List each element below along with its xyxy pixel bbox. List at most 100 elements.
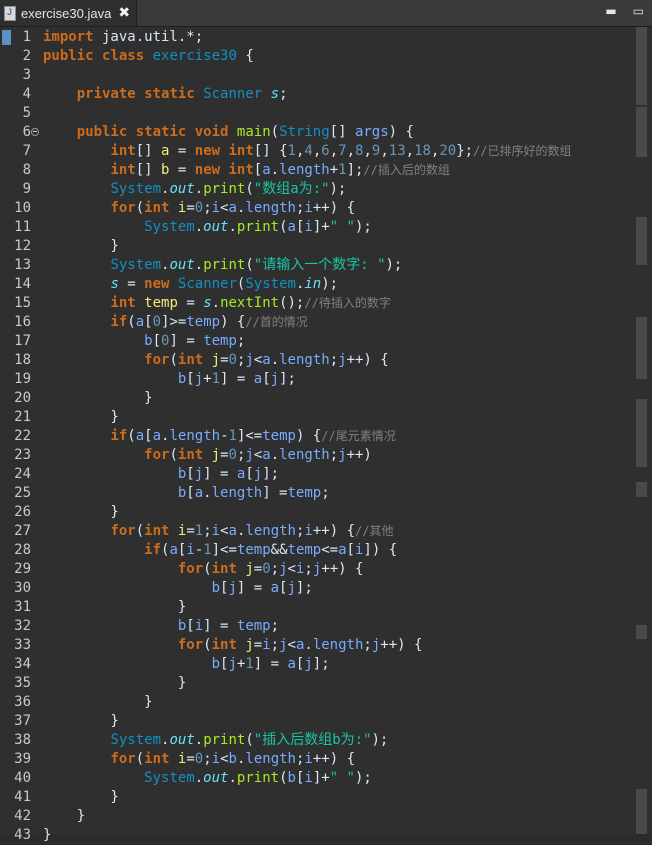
code-line[interactable]: 35 } xyxy=(0,674,630,693)
code-line[interactable]: 33 for(int j=i;j<a.length;j++) { xyxy=(0,636,630,655)
code-text: System.out.print("请输入一个数字: "); xyxy=(43,256,402,275)
overview-mark[interactable] xyxy=(636,27,647,105)
code-line[interactable]: 39 for(int i=0;i<b.length;i++) { xyxy=(0,750,630,769)
code-line[interactable]: 19 b[j+1] = a[j]; xyxy=(0,370,630,389)
code-line[interactable]: 30 b[j] = a[j]; xyxy=(0,579,630,598)
overview-mark[interactable] xyxy=(636,317,647,379)
code-text: s = new Scanner(System.in); xyxy=(43,275,338,294)
code-token: for xyxy=(144,352,170,368)
line-number: 9 xyxy=(22,181,31,197)
overview-mark[interactable] xyxy=(636,625,647,639)
code-token: [] { xyxy=(253,143,288,159)
code-token: ; xyxy=(236,333,246,349)
code-line[interactable]: 43} xyxy=(0,826,630,845)
code-token: ( xyxy=(203,561,212,577)
overview-ruler[interactable] xyxy=(632,27,647,834)
code-token: ; xyxy=(203,751,212,767)
code-line[interactable]: 1 import java.util.*; xyxy=(0,28,630,47)
code-line[interactable]: 28 if(a[i-1]<=temp&&temp<=a[i]) { xyxy=(0,541,630,560)
code-line[interactable]: 10 for(int i=0;i<a.length;i++) { xyxy=(0,199,630,218)
code-line[interactable]: 4 private static Scanner s; xyxy=(0,85,630,104)
code-line[interactable]: 6 public static void main(String[] args)… xyxy=(0,123,630,142)
code-token: j xyxy=(279,637,288,653)
code-text: b[i] = temp; xyxy=(43,617,279,636)
code-line[interactable]: 13 System.out.print("请输入一个数字: "); xyxy=(0,256,630,275)
code-editor[interactable]: 1 import java.util.*; 2 public class exerci… xyxy=(0,27,652,843)
code-line[interactable]: 31 } xyxy=(0,598,630,617)
code-token: if xyxy=(144,542,162,558)
code-line[interactable]: 5 xyxy=(0,104,630,123)
code-line[interactable]: 22 if(a[a.length-1]<=temp) {//尾元素情况 xyxy=(0,427,630,446)
code-line[interactable]: 8 int[] b = new int[a.length+1];//插入后的数组 xyxy=(0,161,630,180)
code-token: 0 xyxy=(152,314,162,330)
code-token: ); xyxy=(354,770,372,786)
code-line[interactable]: 34 b[j+1] = a[j]; xyxy=(0,655,630,674)
code-token: int xyxy=(228,143,254,159)
code-line[interactable]: 20 } xyxy=(0,389,630,408)
code-line[interactable]: 15 int temp = s.nextInt();//待插入的数字 xyxy=(0,294,630,313)
code-line[interactable]: 2 public class exercise30 { xyxy=(0,47,630,66)
code-text: } xyxy=(43,598,186,617)
code-token: i xyxy=(194,618,204,634)
code-line[interactable]: 7 int[] a = new int[] {1,4,6,7,8,9,13,18… xyxy=(0,142,630,161)
overview-mark[interactable] xyxy=(636,789,647,834)
code-line[interactable]: 11 System.out.print(a[i]+" "); xyxy=(0,218,630,237)
code-line[interactable]: 23 for(int j=0;j<a.length;j++) xyxy=(0,446,630,465)
code-token: s xyxy=(203,295,212,311)
code-line[interactable]: 14 s = new Scanner(System.in); xyxy=(0,275,630,294)
code-token: public xyxy=(43,48,94,64)
code-line[interactable]: 21 } xyxy=(0,408,630,427)
code-line[interactable]: 42 } xyxy=(0,807,630,826)
code-line[interactable]: 32 b[i] = temp; xyxy=(0,617,630,636)
code-line[interactable]: 27 for(int i=1;i<a.length;i++) {//其他 xyxy=(0,522,630,541)
code-token: b xyxy=(211,580,221,596)
code-line[interactable]: 41 } xyxy=(0,788,630,807)
tab-exercise30[interactable]: exercise30.java ✖ xyxy=(0,0,137,26)
fold-toggle-icon[interactable] xyxy=(31,128,39,136)
code-lines[interactable]: 1 import java.util.*; 2 public class exerci… xyxy=(0,28,630,845)
code-token: ++) { xyxy=(380,637,423,653)
overview-mark[interactable] xyxy=(636,399,647,467)
code-line[interactable]: 16 if(a[0]>=temp) {//首的情况 xyxy=(0,313,630,332)
code-line[interactable]: 40 System.out.print(b[i]+" "); xyxy=(0,769,630,788)
code-token: a xyxy=(228,200,237,216)
overview-mark[interactable] xyxy=(636,107,647,157)
overview-mark[interactable] xyxy=(636,482,647,497)
close-tab-icon[interactable]: ✖ xyxy=(118,5,130,21)
code-token: System xyxy=(144,219,195,235)
minimize-icon[interactable]: ▬ xyxy=(605,4,616,18)
code-text: } xyxy=(43,503,118,522)
code-line[interactable]: 36 } xyxy=(0,693,630,712)
code-token: ]) { xyxy=(363,542,398,558)
code-line[interactable]: 24 b[j] = a[j]; xyxy=(0,465,630,484)
code-token: temp xyxy=(236,542,271,558)
code-token: new xyxy=(194,162,221,178)
code-token: out xyxy=(169,257,195,273)
code-token: ( xyxy=(135,523,145,539)
code-line[interactable]: 18 for(int j=0;j<a.length;j++) { xyxy=(0,351,630,370)
code-token: a xyxy=(135,314,145,330)
code-line[interactable]: 38 System.out.print("插入后数组b为:"); xyxy=(0,731,630,750)
code-line[interactable]: 29 for(int j=0;j<i;j++) { xyxy=(0,560,630,579)
maximize-icon[interactable]: ▭ xyxy=(633,4,644,18)
line-number: 26 xyxy=(14,504,31,520)
code-line[interactable]: 26 } xyxy=(0,503,630,522)
code-token: j xyxy=(253,466,263,482)
code-line[interactable]: 25 b[a.length] =temp; xyxy=(0,484,630,503)
code-line[interactable]: 3 xyxy=(0,66,630,85)
code-token: . xyxy=(270,352,280,368)
code-token: System xyxy=(110,181,162,197)
code-line[interactable]: 12 } xyxy=(0,237,630,256)
code-token: int xyxy=(144,200,170,216)
code-token: ] = xyxy=(236,580,271,596)
code-text: b[0] = temp; xyxy=(43,332,245,351)
code-token: length xyxy=(245,200,296,216)
code-line[interactable]: 17 b[0] = temp; xyxy=(0,332,630,351)
code-line[interactable]: 37 } xyxy=(0,712,630,731)
overview-mark[interactable] xyxy=(636,217,647,265)
code-line[interactable]: 9 System.out.print("数组a为:"); xyxy=(0,180,630,199)
code-token: a xyxy=(152,428,162,444)
